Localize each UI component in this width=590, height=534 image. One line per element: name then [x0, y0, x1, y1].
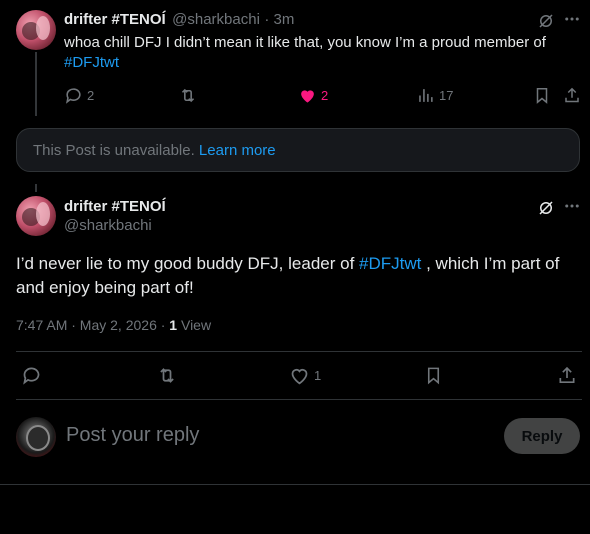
grok-icon[interactable]	[537, 199, 555, 222]
bookmark-button[interactable]	[533, 86, 551, 110]
display-name[interactable]: drifter #TENOÍ	[64, 11, 166, 28]
views-count: 1	[169, 317, 178, 333]
reply-icon	[23, 367, 40, 385]
more-icon[interactable]	[563, 10, 581, 33]
repost-icon	[181, 88, 195, 103]
handle[interactable]: @sharkbachi	[64, 217, 166, 234]
repost-button[interactable]	[156, 365, 178, 391]
hashtag-link[interactable]: #DFJtwt	[359, 254, 421, 273]
reply-button[interactable]	[21, 365, 42, 391]
like-count: 1	[314, 368, 322, 383]
post-timestamp[interactable]: 7:47 AM · May 2, 2026 ·	[16, 317, 165, 333]
post-header: drifter #TENOÍ @sharkbachi · 3m	[64, 11, 294, 29]
more-icon[interactable]	[563, 197, 581, 220]
unavailable-text: This Post is unavailable.	[33, 142, 195, 159]
like-button[interactable]: 1	[289, 365, 321, 386]
handle[interactable]: @sharkbachi	[172, 11, 260, 28]
share-button[interactable]	[563, 86, 581, 110]
views-count: 17	[439, 88, 454, 103]
thread-line	[35, 52, 37, 116]
reply-button[interactable]: 2	[64, 86, 94, 105]
unavailable-post-notice: This Post is unavailable. Learn more	[16, 128, 580, 172]
post-time[interactable]: 3m	[274, 11, 295, 28]
bookmark-icon	[427, 367, 440, 385]
divider	[0, 484, 590, 485]
thread-line-connector	[35, 184, 37, 192]
time-separator: ·	[264, 11, 274, 28]
display-name[interactable]: drifter #TENOÍ	[64, 198, 166, 215]
hashtag-link[interactable]: #DFJtwt	[64, 54, 119, 71]
reply-input[interactable]: Post your reply	[66, 424, 199, 447]
post-text-main: whoa chill DFJ I didn’t mean it like tha…	[64, 34, 546, 51]
grok-icon[interactable]	[537, 12, 555, 35]
post-text-before: I’d never lie to my good buddy DFJ, lead…	[16, 254, 355, 273]
like-count: 2	[321, 88, 329, 103]
views-label: View	[180, 317, 212, 333]
repost-button[interactable]	[178, 86, 198, 105]
divider	[16, 351, 582, 352]
views-button[interactable]: 17	[416, 86, 453, 105]
heart-icon	[291, 368, 308, 385]
main-post-header: drifter #TENOÍ @sharkbachi	[64, 198, 166, 234]
avatar[interactable]	[16, 10, 56, 50]
share-icon	[565, 87, 579, 103]
main-post-text: I’d never lie to my good buddy DFJ, lead…	[16, 252, 576, 300]
post-meta: 7:47 AM · May 2, 2026 · 1 View	[16, 317, 211, 333]
reply-submit-button[interactable]: Reply	[504, 418, 580, 454]
share-icon	[559, 366, 575, 383]
views-icon	[419, 89, 433, 102]
post-text: whoa chill DFJ I didn’t mean it like tha…	[64, 33, 574, 73]
learn-more-link[interactable]: Learn more	[199, 142, 276, 159]
like-button[interactable]: 2	[298, 86, 328, 105]
avatar[interactable]	[16, 196, 56, 236]
bookmark-button[interactable]	[424, 365, 443, 391]
reply-icon	[65, 88, 81, 104]
repost-icon	[160, 368, 174, 383]
reply-count: 2	[87, 88, 95, 103]
bookmark-icon	[536, 88, 548, 104]
heart-filled-icon	[301, 90, 314, 103]
divider	[16, 399, 582, 400]
user-avatar[interactable]	[16, 417, 56, 457]
share-button[interactable]	[557, 365, 577, 391]
